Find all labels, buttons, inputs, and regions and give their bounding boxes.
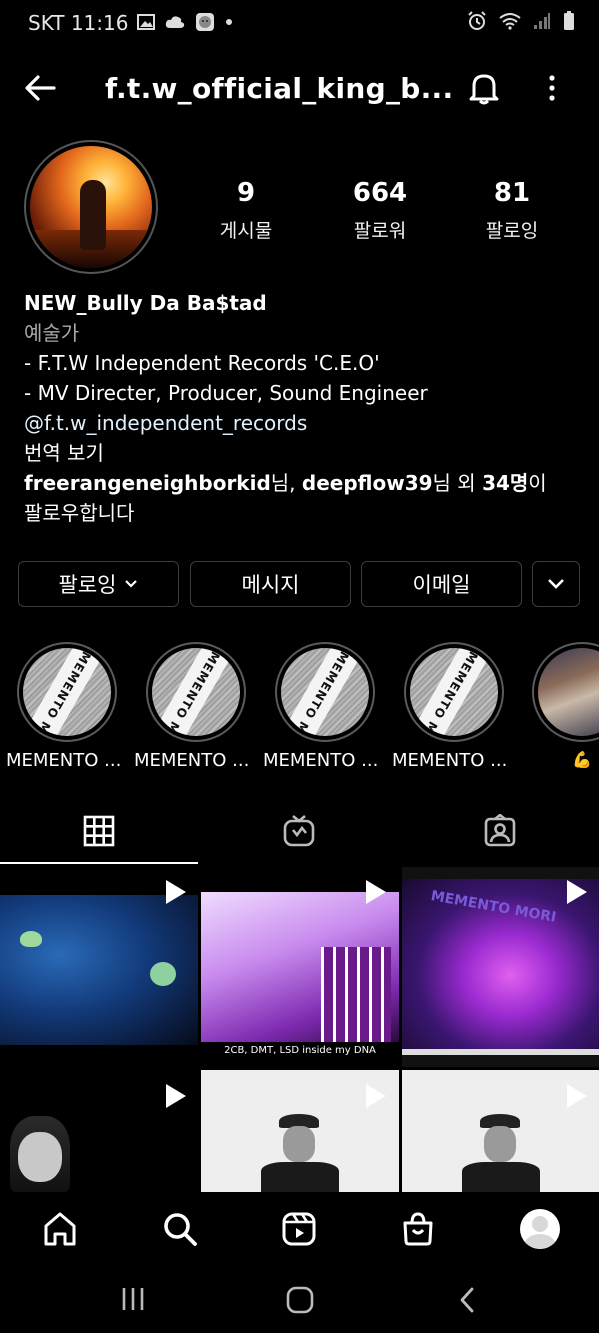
following-button-label: 팔로잉: [58, 573, 117, 597]
highlight-label: 💪: [572, 750, 592, 769]
highlight-cover: MEMENTO M: [152, 648, 240, 736]
email-button-label: 이메일: [412, 573, 471, 597]
more-options-icon[interactable]: [541, 72, 563, 104]
translate-link[interactable]: 번역 보기: [24, 438, 584, 468]
bio-line: - MV Directer, Producer, Sound Engineer: [24, 381, 428, 405]
stat-posts-label: 게시물: [219, 220, 273, 242]
profile-header: f.t.w_official_king_b...: [0, 58, 599, 120]
message-button-label: 메시지: [241, 573, 300, 597]
back-arrow-icon[interactable]: [22, 70, 58, 106]
stat-following[interactable]: 81 팔로잉: [457, 178, 567, 243]
bio-mention-link[interactable]: @f.t.w_independent_records: [24, 408, 584, 438]
gallery-icon: [137, 14, 155, 30]
stat-posts-count: 9: [236, 178, 256, 208]
chevron-down-icon: [125, 580, 138, 588]
video-post-icon: [166, 880, 186, 904]
story-highlight[interactable]: [532, 642, 599, 744]
status-system-icons: [467, 11, 575, 31]
story-highlight[interactable]: MEMENTO M: [275, 642, 377, 744]
avatar-image: [30, 146, 152, 268]
status-bar: SKT 11:16: [0, 0, 599, 46]
status-carrier-time: SKT 11:16: [28, 11, 129, 35]
followed-by-text-line2: 팔로우합니다: [24, 501, 135, 525]
bio-line: - F.T.W Independent Records 'C.E.O': [24, 351, 380, 375]
profile-display-name: NEW_Bully Da Ba$tad: [24, 291, 267, 315]
story-highlight[interactable]: MEMENTO M: [404, 642, 506, 744]
profile-avatar[interactable]: [24, 140, 158, 274]
video-post-icon: [366, 1084, 386, 1108]
post-caption-overlay: 2CB, DMT, LSD inside my DNA: [224, 1045, 376, 1056]
notification-bell-icon[interactable]: [466, 70, 502, 106]
profile-bio: NEW_Bully Da Ba$tad 예술가 - F.T.W Independ…: [24, 288, 584, 528]
story-highlight[interactable]: MEMENTO M: [17, 642, 119, 744]
grid-tab-icon[interactable]: [82, 814, 116, 848]
stat-posts[interactable]: 9 게시물: [191, 178, 301, 243]
email-button[interactable]: 이메일: [361, 561, 522, 607]
cloud-icon: [165, 16, 185, 28]
tagged-tab-icon[interactable]: [483, 814, 517, 848]
recent-apps-icon[interactable]: [120, 1286, 146, 1312]
story-highlight[interactable]: MEMENTO M: [146, 642, 248, 744]
highlight-label: MEMENTO ...: [6, 750, 122, 771]
highlight-label: MEMENTO ...: [392, 750, 508, 771]
signal-icon: [534, 13, 550, 29]
video-post-icon: [567, 880, 587, 904]
active-tab-indicator: [0, 862, 198, 864]
wifi-icon: [499, 13, 521, 30]
stat-followers-count: 664: [352, 178, 408, 208]
highlight-cover: MEMENTO M: [281, 648, 369, 736]
home-icon[interactable]: [42, 1211, 78, 1247]
shop-icon[interactable]: [400, 1211, 436, 1247]
status-notification-icons: [137, 12, 233, 32]
video-post-icon: [567, 1084, 587, 1108]
highlight-label: MEMENTO ...: [134, 750, 250, 771]
video-post-icon: [166, 1084, 186, 1108]
stat-followers[interactable]: 664 팔로워: [325, 178, 435, 243]
suggested-accounts-button[interactable]: [532, 561, 580, 607]
header-username: f.t.w_official_king_b...: [105, 72, 454, 105]
battery-icon: [564, 11, 574, 30]
highlight-label: MEMENTO ...: [263, 750, 379, 771]
message-button[interactable]: 메시지: [190, 561, 351, 607]
system-navigation-bar: [0, 1266, 599, 1333]
video-post-icon: [366, 880, 386, 904]
app-notification-icon: [196, 13, 214, 31]
stat-following-count: 81: [493, 178, 531, 208]
profile-category: 예술가: [24, 321, 80, 345]
profile-tab-avatar[interactable]: [520, 1209, 560, 1249]
igtv-tab-icon[interactable]: [282, 814, 316, 848]
stat-following-label: 팔로잉: [485, 220, 539, 242]
dot-icon: [226, 19, 232, 25]
highlight-cover: MEMENTO M: [410, 648, 498, 736]
following-button[interactable]: 팔로잉: [18, 561, 179, 607]
followed-by-text[interactable]: freerangeneighborkid님, deepflow39님 외 34명…: [24, 468, 584, 498]
highlight-cover: MEMENTO M: [23, 648, 111, 736]
search-icon[interactable]: [162, 1211, 198, 1247]
alarm-icon: [468, 11, 486, 30]
chevron-down-icon: [548, 579, 564, 589]
home-button-icon[interactable]: [286, 1286, 314, 1314]
back-button-icon[interactable]: [456, 1286, 478, 1314]
reels-icon[interactable]: [281, 1211, 317, 1247]
stat-followers-label: 팔로워: [353, 220, 407, 242]
